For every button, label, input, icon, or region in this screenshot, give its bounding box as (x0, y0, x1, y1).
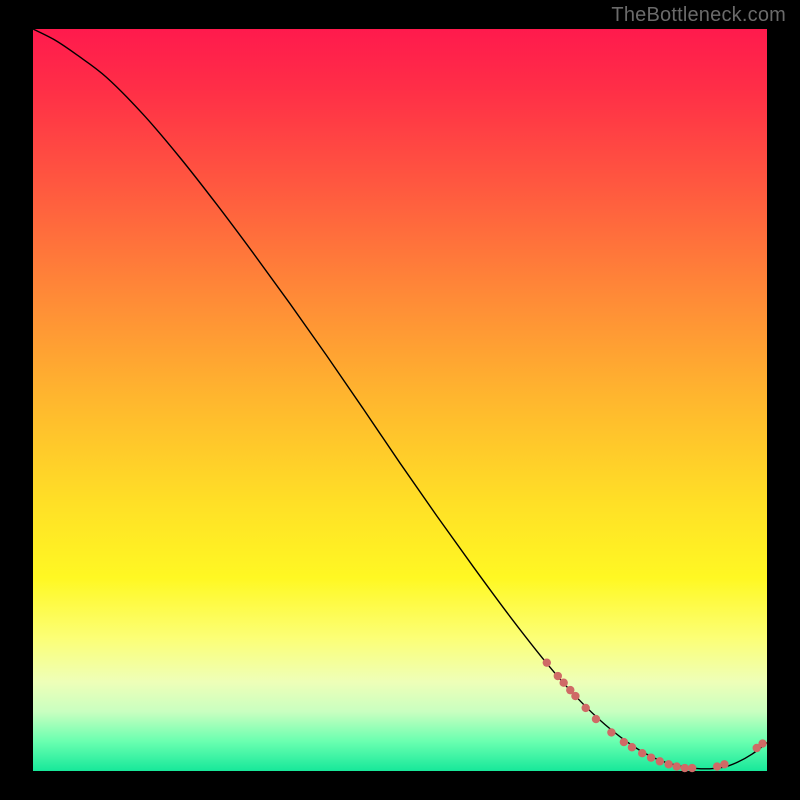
data-point (559, 679, 567, 687)
data-point (582, 704, 590, 712)
data-point (688, 764, 696, 772)
data-point (554, 672, 562, 680)
data-point (647, 753, 655, 761)
data-point (681, 764, 689, 772)
data-point (607, 728, 615, 736)
data-point (720, 760, 728, 768)
watermark-text: TheBottleneck.com (611, 4, 786, 27)
chart-frame: TheBottleneck.com (0, 0, 800, 800)
data-point (656, 757, 664, 765)
data-point (592, 715, 600, 723)
data-point (571, 692, 579, 700)
bottleneck-curve (33, 29, 767, 769)
chart-svg (33, 29, 767, 771)
data-point (673, 762, 681, 770)
data-point (713, 762, 721, 770)
plot-area (33, 29, 767, 771)
data-point (543, 658, 551, 666)
data-point (638, 749, 646, 757)
data-point (620, 738, 628, 746)
data-points (543, 658, 767, 772)
data-point (758, 739, 766, 747)
data-point (628, 743, 636, 751)
data-point (664, 760, 672, 768)
